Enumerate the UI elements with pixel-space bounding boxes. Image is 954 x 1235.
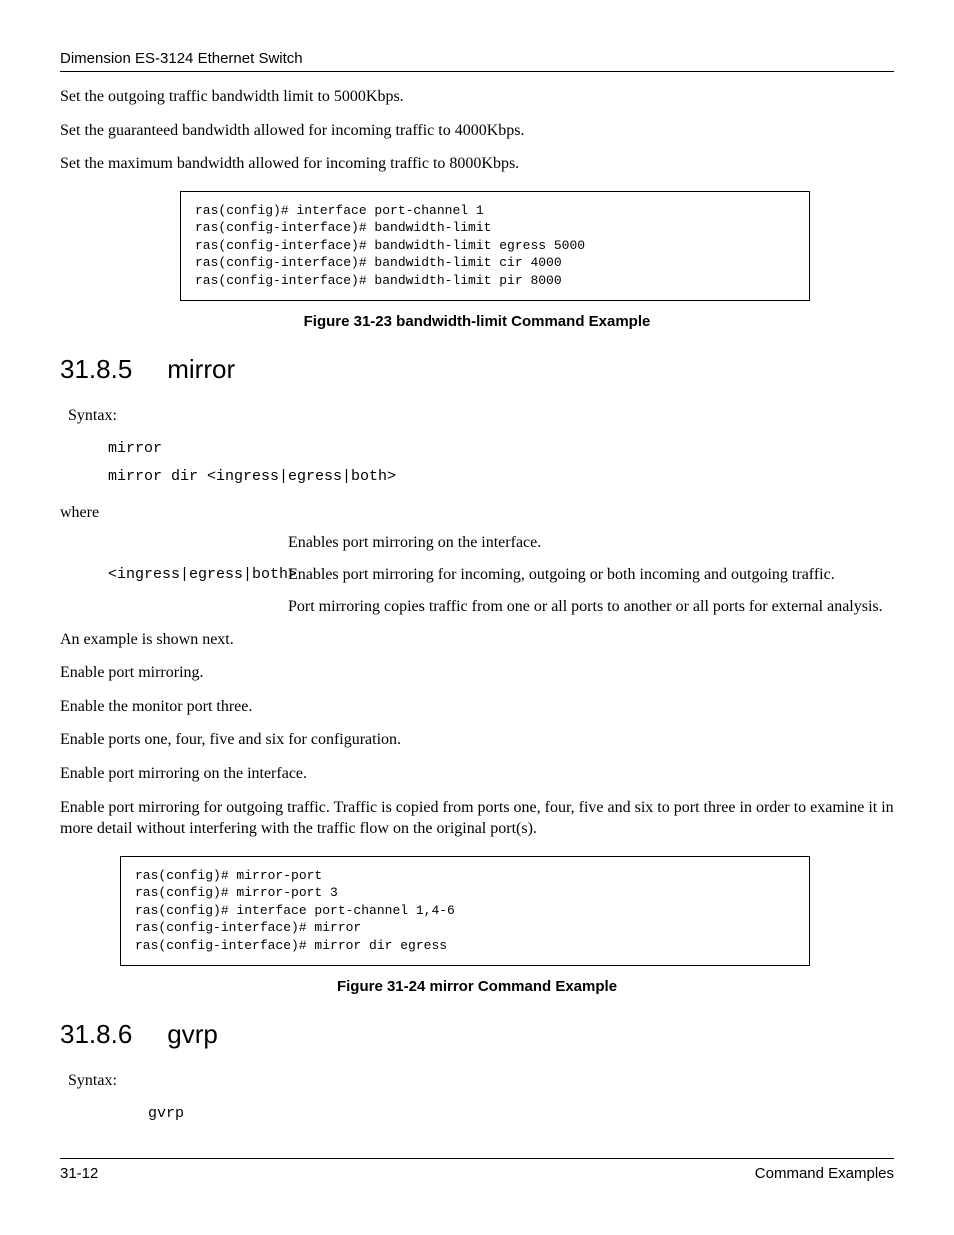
code-example-bandwidth-limit: ras(config)# interface port-channel 1 ra…: [180, 191, 810, 301]
section-number: 31.8.6: [60, 1019, 160, 1050]
code-example-mirror: ras(config)# mirror-port ras(config)# mi…: [120, 856, 810, 966]
param-desc: Enables port mirroring on the interface.: [288, 532, 894, 554]
mirror-step-4: Enable port mirroring on the interface.: [60, 763, 894, 785]
param-row: Enables port mirroring on the interface.: [108, 532, 894, 554]
param-row: Port mirroring copies traffic from one o…: [108, 596, 894, 618]
param-term: [108, 532, 288, 554]
figure-caption-31-23: Figure 31-23 bandwidth-limit Command Exa…: [60, 313, 894, 330]
mirror-step-1: Enable port mirroring.: [60, 662, 894, 684]
example-intro: An example is shown next.: [60, 629, 894, 651]
syntax-block-gvrp: gvrp: [148, 1100, 894, 1129]
page-footer: 31-12 Command Examples: [60, 1158, 894, 1182]
section-title: gvrp: [167, 1019, 218, 1049]
figure-caption-31-24: Figure 31-24 mirror Command Example: [60, 978, 894, 995]
param-term: <ingress|egress|both>: [108, 564, 288, 586]
syntax-label: Syntax:: [68, 407, 894, 425]
param-desc: Enables port mirroring for incoming, out…: [288, 564, 894, 586]
mirror-step-2: Enable the monitor port three.: [60, 696, 894, 718]
where-label: where: [60, 504, 894, 522]
param-row: <ingress|egress|both> Enables port mirro…: [108, 564, 894, 586]
section-heading-gvrp: 31.8.6 gvrp: [60, 1019, 894, 1050]
param-term: [108, 596, 288, 618]
syntax-block-mirror: mirror mirror dir <ingress|egress|both>: [108, 435, 894, 492]
footer-section-title: Command Examples: [755, 1165, 894, 1182]
section-heading-mirror: 31.8.5 mirror: [60, 354, 894, 385]
section-number: 31.8.5: [60, 354, 160, 385]
section-title: mirror: [167, 354, 235, 384]
intro-paragraph-3: Set the maximum bandwidth allowed for in…: [60, 153, 894, 175]
syntax-label: Syntax:: [68, 1072, 894, 1090]
page-header: Dimension ES-3124 Ethernet Switch: [60, 50, 894, 72]
mirror-step-3: Enable ports one, four, five and six for…: [60, 729, 894, 751]
mirror-step-5: Enable port mirroring for outgoing traff…: [60, 797, 894, 840]
footer-page-number: 31-12: [60, 1165, 98, 1182]
intro-paragraph-1: Set the outgoing traffic bandwidth limit…: [60, 86, 894, 108]
intro-paragraph-2: Set the guaranteed bandwidth allowed for…: [60, 120, 894, 142]
param-desc: Port mirroring copies traffic from one o…: [288, 596, 894, 618]
